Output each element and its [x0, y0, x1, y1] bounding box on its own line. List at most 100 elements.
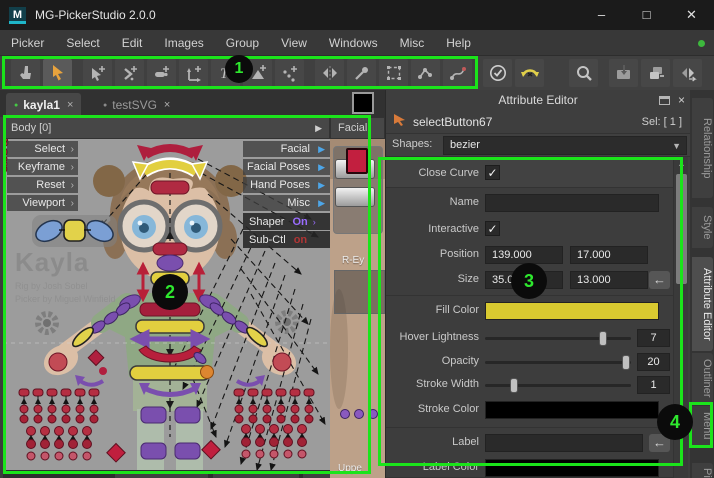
close-curve-checkbox[interactable]: ✓ — [485, 165, 500, 180]
color-picker-tool-button[interactable] — [347, 59, 376, 87]
swap-arrows-button[interactable] — [515, 59, 544, 87]
size-reset-button[interactable]: ← — [649, 271, 670, 289]
menu-help[interactable]: Help — [435, 30, 482, 56]
facial-poses-tab-button[interactable]: Facial Poses▶ — [243, 159, 330, 175]
hand-tool-button[interactable] — [11, 59, 40, 87]
subctl-label: Sub-Ctl — [249, 234, 286, 246]
background-color-swatch[interactable] — [352, 92, 374, 114]
hover-lightness-slider[interactable] — [485, 337, 631, 340]
tab-close-icon[interactable]: × — [67, 99, 73, 111]
axes-plus-icon — [184, 63, 204, 83]
stroke-width-label: Stroke Width — [386, 378, 479, 390]
tab-close-icon[interactable]: × — [164, 99, 170, 111]
facial-dot-button[interactable] — [340, 409, 350, 419]
import-image-button[interactable] — [609, 59, 638, 87]
body-panel-header[interactable]: Body [0] ▶ — [3, 117, 330, 139]
add-command-button-tool[interactable] — [115, 59, 144, 87]
mirror-tool-button[interactable] — [315, 59, 344, 87]
side-tab-attribute-editor[interactable]: Attribute Editor — [692, 257, 713, 351]
select-menu-button[interactable]: Select› — [7, 141, 78, 157]
swap-arrows-icon — [519, 63, 541, 83]
label-field[interactable] — [485, 434, 643, 452]
side-tab-outliner[interactable]: Outliner — [692, 353, 713, 403]
fill-color-row: Fill Color — [386, 300, 673, 322]
add-transform-button-tool[interactable] — [179, 59, 208, 87]
facial-dot-button[interactable] — [354, 409, 364, 419]
facial-gray-button[interactable] — [335, 187, 375, 207]
hand-poses-tab-button[interactable]: Hand Poses▶ — [243, 177, 330, 193]
close-panel-icon[interactable]: × — [678, 94, 685, 106]
menu-windows[interactable]: Windows — [318, 30, 389, 56]
cursor-plus-icon — [88, 63, 108, 83]
button-label: Keyframe — [18, 161, 65, 173]
reset-menu-button[interactable]: Reset› — [7, 177, 78, 193]
interactive-checkbox[interactable]: ✓ — [485, 221, 500, 236]
menu-view[interactable]: View — [270, 30, 318, 56]
chevron-down-icon: ▼ — [672, 138, 681, 155]
mirror-copy-button[interactable] — [673, 59, 702, 87]
misc-tab-button[interactable]: Misc▶ — [243, 195, 330, 211]
add-select-button-tool[interactable] — [83, 59, 112, 87]
duplicate-button[interactable] — [641, 59, 670, 87]
side-tab-menu[interactable]: Menu — [692, 406, 713, 446]
position-y-field[interactable]: 17.000 — [570, 246, 648, 264]
facial-tab-button[interactable]: Facial▶ — [243, 141, 330, 157]
bezier-tool-button[interactable] — [443, 59, 472, 87]
opacity-row: Opacity 20 — [386, 351, 673, 373]
apply-check-button[interactable] — [483, 59, 512, 87]
name-field[interactable] — [485, 194, 659, 212]
eye-control-box — [334, 270, 385, 314]
tab-kayla1[interactable]: ● kayla1 × — [6, 93, 81, 117]
marquee-select-tool-button[interactable] — [379, 59, 408, 87]
viewport-menu-button[interactable]: Viewport› — [7, 195, 78, 211]
position-x-field[interactable]: 139.000 — [485, 246, 563, 264]
add-points-button-tool[interactable] — [275, 59, 304, 87]
side-tab-picker[interactable]: Pic — [692, 463, 713, 478]
menu-edit[interactable]: Edit — [111, 30, 154, 56]
menu-group[interactable]: Group — [215, 30, 270, 56]
menu-select[interactable]: Select — [55, 30, 110, 56]
size-label: Size — [386, 273, 479, 285]
facial-panel-header[interactable]: Facial — [330, 117, 385, 139]
facial-dot-button[interactable] — [368, 409, 378, 419]
menu-misc[interactable]: Misc — [389, 30, 436, 56]
panel-expand-icon[interactable]: ▶ — [315, 123, 322, 134]
scroll-up-icon[interactable]: ▲ — [674, 157, 689, 171]
float-panel-icon[interactable] — [659, 96, 670, 105]
hover-lightness-value[interactable]: 7 — [637, 329, 670, 347]
facial-picker-canvas[interactable]: R-Ey Uppe — [330, 139, 385, 478]
zoom-tool-button[interactable] — [569, 59, 598, 87]
side-tab-relationship[interactable]: Relationship — [692, 98, 713, 198]
shaper-toggle[interactable]: Shaper On › — [243, 213, 330, 230]
size-h-field[interactable]: 13.000 — [570, 271, 648, 289]
add-slider-button-tool[interactable] — [147, 59, 176, 87]
stroke-color-swatch[interactable] — [485, 401, 659, 419]
maximize-button[interactable]: □ — [624, 0, 669, 30]
eye-control-button[interactable] — [346, 148, 368, 174]
import-image-icon — [614, 63, 634, 83]
polyline-tool-button[interactable] — [411, 59, 440, 87]
name-row: Name — [386, 192, 673, 214]
select-tool-button[interactable] — [43, 59, 72, 87]
opacity-slider[interactable] — [485, 361, 631, 364]
stroke-width-value[interactable]: 1 — [637, 376, 670, 394]
picker-bottom-strip — [3, 470, 330, 478]
attribute-scroll-area[interactable]: Close Curve ✓ Name Interactive ✓ Positio… — [386, 157, 673, 478]
menu-picker[interactable]: Picker — [0, 30, 55, 56]
tab-testsvg[interactable]: ● testSVG × — [95, 93, 178, 117]
subctl-toggle[interactable]: Sub-Ctl on — [243, 231, 330, 248]
scrollbar-handle[interactable] — [676, 174, 687, 284]
minimize-button[interactable]: – — [579, 0, 624, 30]
label-color-swatch[interactable] — [485, 459, 659, 477]
fill-color-swatch[interactable] — [485, 302, 659, 320]
close-button[interactable]: ✕ — [669, 0, 714, 30]
stroke-width-slider[interactable] — [485, 384, 631, 387]
opacity-value[interactable]: 20 — [637, 353, 670, 371]
menu-images[interactable]: Images — [153, 30, 214, 56]
window-title: MG-PickerStudio 2.0.0 — [35, 8, 579, 22]
shapes-dropdown[interactable]: bezier ▼ — [443, 136, 687, 155]
keyframe-menu-button[interactable]: Keyframe› — [7, 159, 78, 175]
node-name: selectButton67 — [413, 115, 492, 129]
polyline-icon — [416, 63, 436, 83]
side-tab-style[interactable]: Style — [692, 207, 713, 248]
